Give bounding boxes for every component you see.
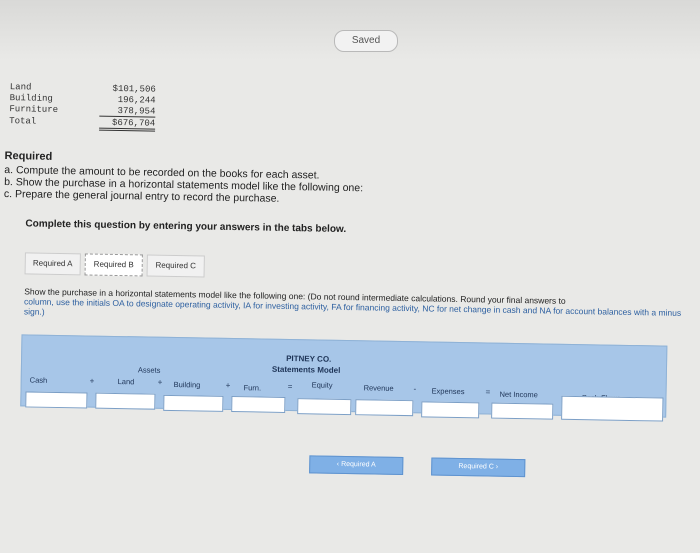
tab-required-b[interactable]: Required B xyxy=(85,253,143,276)
ledger-value-furniture: 378,954 xyxy=(99,106,155,118)
furn-input[interactable] xyxy=(231,396,285,413)
operator-1: + xyxy=(90,377,95,386)
expenses-input[interactable] xyxy=(421,401,479,418)
operator-5: - xyxy=(414,384,417,393)
building-input[interactable] xyxy=(163,395,223,412)
net-income-input[interactable] xyxy=(491,403,553,420)
ledger-value-building: 196,244 xyxy=(100,95,156,106)
question-document: Land $101,506 Building 196,244 Furniture… xyxy=(0,76,698,553)
prev-required-button[interactable]: ‹ Required A xyxy=(309,455,403,475)
ledger-value-land: $101,506 xyxy=(100,84,156,95)
column-building: Building xyxy=(174,380,201,389)
assets-header: Assets xyxy=(138,365,161,374)
ledger-label-furniture: Furniture xyxy=(9,104,79,115)
cash-input[interactable] xyxy=(25,391,87,408)
tab-required-c[interactable]: Required C xyxy=(147,255,205,278)
column-equity: Equity xyxy=(312,380,333,389)
next-required-button[interactable]: Required C › xyxy=(431,458,525,478)
ledger-label-building: Building xyxy=(10,93,80,104)
required-heading: Required xyxy=(4,150,52,163)
column-land: Land xyxy=(118,377,135,386)
column-revenue: Revenue xyxy=(364,383,394,393)
prev-button-label: Required A xyxy=(341,461,376,469)
ledger-value-total: $676,704 xyxy=(99,118,155,132)
complete-prompt: Complete this question by entering your … xyxy=(25,218,346,235)
operator-3: + xyxy=(226,381,231,390)
company-name: PITNEY CO. xyxy=(286,354,331,364)
tab-required-a[interactable]: Required A xyxy=(25,252,81,275)
column-expenses: Expenses xyxy=(431,387,464,397)
ledger-label-land: Land xyxy=(10,82,80,93)
statements-model-table: PITNEY CO. Statements Model Assets Cash … xyxy=(20,334,667,417)
chevron-right-icon: › xyxy=(496,460,499,476)
column-net-income: Net Income xyxy=(499,390,538,400)
operator-4: = xyxy=(288,382,293,391)
revenue-input[interactable] xyxy=(355,399,413,416)
ledger-label-total: Total xyxy=(9,116,79,127)
cash-flows-input[interactable] xyxy=(561,396,663,422)
operator-6: = xyxy=(485,387,490,396)
operator-2: + xyxy=(158,378,163,387)
next-button-label: Required C xyxy=(458,463,494,471)
column-cash: Cash xyxy=(30,375,48,384)
equity-input[interactable] xyxy=(297,398,351,415)
column-furn: Furn. xyxy=(244,383,262,392)
instructions: Show the purchase in a horizontal statem… xyxy=(24,286,696,328)
land-input[interactable] xyxy=(95,393,155,410)
model-title: Statements Model xyxy=(272,365,341,375)
chevron-left-icon: ‹ xyxy=(337,457,340,473)
saved-status-badge: Saved xyxy=(334,30,398,52)
